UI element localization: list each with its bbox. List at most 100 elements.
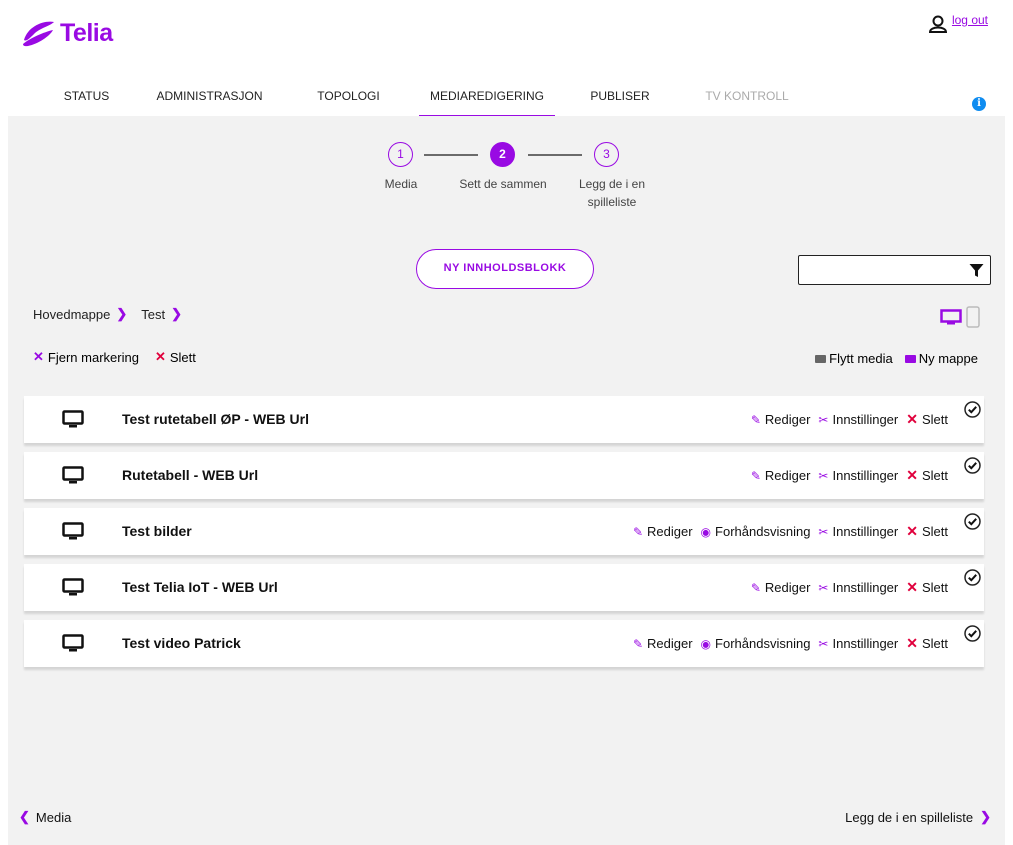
delete-button[interactable]: ✕ Slett bbox=[906, 467, 948, 484]
list-item-title: Test video Patrick bbox=[122, 635, 241, 651]
list-item[interactable]: Test bilder ✎ Rediger ◉ Forhåndsvisning ✂ I… bbox=[24, 508, 984, 555]
delete-selection-button[interactable]: Slett bbox=[170, 350, 196, 365]
clear-selection-button[interactable]: Fjern markering bbox=[48, 350, 139, 365]
chevron-right-icon: ❯ bbox=[116, 306, 128, 321]
edit-label: Rediger bbox=[647, 636, 693, 651]
edit-label: Rediger bbox=[764, 580, 811, 595]
step-3-label-line: spilleliste bbox=[587, 195, 637, 209]
list-item[interactable]: Test rutetabell ØP - WEB Url ✎ Rediger ✂ I… bbox=[24, 396, 984, 443]
nav-item-administrasjon[interactable]: ADMINISTRASJON bbox=[152, 86, 267, 116]
chevron-left-icon: ❮ bbox=[19, 809, 30, 824]
content-block-list: Test rutetabell ØP - WEB Url ✎ Rediger ✂ I… bbox=[24, 396, 984, 676]
delete-label: Slett bbox=[921, 468, 948, 483]
eye-icon: ◉ bbox=[700, 524, 712, 539]
telia-pebble-icon bbox=[23, 21, 54, 47]
step-2-circle[interactable]: 2 bbox=[490, 142, 515, 167]
user-icon[interactable] bbox=[928, 15, 948, 33]
folder-icon bbox=[904, 354, 916, 363]
settings-button[interactable]: ✂ Innstillinger bbox=[818, 580, 898, 595]
monitor-icon bbox=[62, 522, 84, 540]
edit-label: Rediger bbox=[764, 468, 811, 483]
settings-button[interactable]: ✂ Innstillinger bbox=[818, 468, 898, 483]
main-nav: STATUS ADMINISTRASJON TOPOLOGI MEDIAREDI… bbox=[0, 86, 1013, 116]
monitor-icon[interactable] bbox=[940, 309, 962, 325]
phone-icon[interactable] bbox=[966, 306, 980, 328]
step-connector bbox=[528, 154, 582, 156]
delete-button[interactable]: ✕ Slett bbox=[906, 635, 948, 652]
row-actions: ✎ Rediger ✂ Innstillinger ✕ Slett bbox=[743, 411, 948, 428]
edit-button[interactable]: ✎ Rediger bbox=[751, 412, 811, 427]
preview-label: Forhåndsvisning bbox=[715, 524, 811, 539]
delete-label: Slett bbox=[921, 636, 948, 651]
move-media-button[interactable]: Flytt media bbox=[829, 351, 893, 366]
nav-item-status[interactable]: STATUS bbox=[58, 86, 115, 116]
preview-button[interactable]: ◉ Forhåndsvisning bbox=[701, 636, 811, 651]
select-checkbox[interactable] bbox=[964, 569, 981, 586]
step-connector bbox=[424, 154, 478, 156]
list-item-title: Test rutetabell ØP - WEB Url bbox=[122, 411, 309, 427]
step-1-circle[interactable]: 1 bbox=[388, 142, 413, 167]
pencil-icon: ✎ bbox=[750, 468, 761, 483]
edit-button[interactable]: ✎ Rediger bbox=[633, 636, 693, 651]
next-step-label: Legg de i en spilleliste bbox=[845, 809, 974, 825]
select-checkbox[interactable] bbox=[964, 625, 981, 642]
settings-label: Innstillinger bbox=[832, 636, 899, 651]
list-item[interactable]: Test Telia IoT - WEB Url ✎ Rediger ✂ Innst… bbox=[24, 564, 984, 611]
folder-actions: Flytt media Ny mappe bbox=[815, 351, 978, 366]
filter-icon[interactable] bbox=[969, 263, 984, 278]
logo-text: Telia bbox=[60, 18, 113, 47]
delete-icon: ✕ bbox=[906, 579, 918, 595]
list-item[interactable]: Test video Patrick ✎ Rediger ◉ Forhåndsvis… bbox=[24, 620, 984, 667]
monitor-icon bbox=[62, 578, 84, 596]
logout-link[interactable]: log out bbox=[952, 13, 988, 27]
edit-label: Rediger bbox=[647, 524, 693, 539]
chevron-right-icon: ❯ bbox=[980, 809, 991, 824]
new-content-block-button[interactable]: NY INNHOLDSBLOKK bbox=[416, 249, 594, 289]
list-item[interactable]: Rutetabell - WEB Url ✎ Rediger ✂ Innstilli… bbox=[24, 452, 984, 499]
select-checkbox[interactable] bbox=[964, 457, 981, 474]
new-folder-button[interactable]: Ny mappe bbox=[919, 351, 978, 366]
nav-item-mediaredigering[interactable]: MEDIAREDIGERING bbox=[419, 86, 555, 116]
pencil-icon: ✎ bbox=[750, 412, 761, 427]
eye-icon: ◉ bbox=[700, 636, 712, 651]
edit-button[interactable]: ✎ Rediger bbox=[751, 468, 811, 483]
selection-actions: ✕ Fjern markering ✕ Slett bbox=[33, 349, 196, 365]
delete-icon: ✕ bbox=[906, 523, 918, 539]
step-3-label: Legg de i en spilleliste bbox=[564, 175, 660, 211]
filter-input[interactable] bbox=[798, 255, 991, 285]
delete-label: Slett bbox=[921, 412, 948, 427]
settings-label: Innstillinger bbox=[832, 524, 899, 539]
select-checkbox[interactable] bbox=[964, 513, 981, 530]
nav-item-topologi[interactable]: TOPOLOGI bbox=[311, 86, 386, 116]
list-item-title: Rutetabell - WEB Url bbox=[122, 467, 259, 483]
row-actions: ✎ Rediger ✂ Innstillinger ✕ Slett bbox=[743, 467, 948, 484]
prev-step-button[interactable]: ❮ Media bbox=[19, 809, 71, 825]
delete-icon: ✕ bbox=[906, 411, 918, 427]
breadcrumb-item[interactable]: Hovedmappe bbox=[33, 307, 110, 322]
tools-icon: ✂ bbox=[818, 524, 829, 539]
select-checkbox[interactable] bbox=[964, 401, 981, 418]
next-step-button[interactable]: Legg de i en spilleliste ❯ bbox=[845, 809, 991, 825]
telia-logo[interactable]: Telia bbox=[20, 18, 113, 48]
delete-icon: ✕ bbox=[154, 349, 166, 364]
preview-button[interactable]: ◉ Forhåndsvisning bbox=[701, 524, 811, 539]
delete-button[interactable]: ✕ Slett bbox=[906, 523, 948, 540]
settings-button[interactable]: ✂ Innstillinger bbox=[818, 412, 898, 427]
preview-label: Forhåndsvisning bbox=[715, 636, 811, 651]
user-area: log out bbox=[928, 13, 988, 33]
list-item-title: Test bilder bbox=[122, 523, 192, 539]
delete-button[interactable]: ✕ Slett bbox=[906, 411, 948, 428]
pencil-icon: ✎ bbox=[632, 524, 644, 539]
delete-button[interactable]: ✕ Slett bbox=[906, 579, 948, 596]
settings-button[interactable]: ✂ Innstillinger bbox=[818, 524, 898, 539]
tools-icon: ✂ bbox=[818, 412, 829, 427]
step-3-circle[interactable]: 3 bbox=[594, 142, 619, 167]
edit-button[interactable]: ✎ Rediger bbox=[751, 580, 811, 595]
tools-icon: ✂ bbox=[818, 468, 829, 483]
edit-button[interactable]: ✎ Rediger bbox=[633, 524, 693, 539]
nav-item-publiser[interactable]: PUBLISER bbox=[585, 86, 655, 116]
info-icon[interactable]: i bbox=[972, 97, 986, 111]
pencil-icon: ✎ bbox=[750, 580, 761, 595]
settings-button[interactable]: ✂ Innstillinger bbox=[818, 636, 898, 651]
breadcrumb-item[interactable]: Test bbox=[141, 307, 165, 322]
